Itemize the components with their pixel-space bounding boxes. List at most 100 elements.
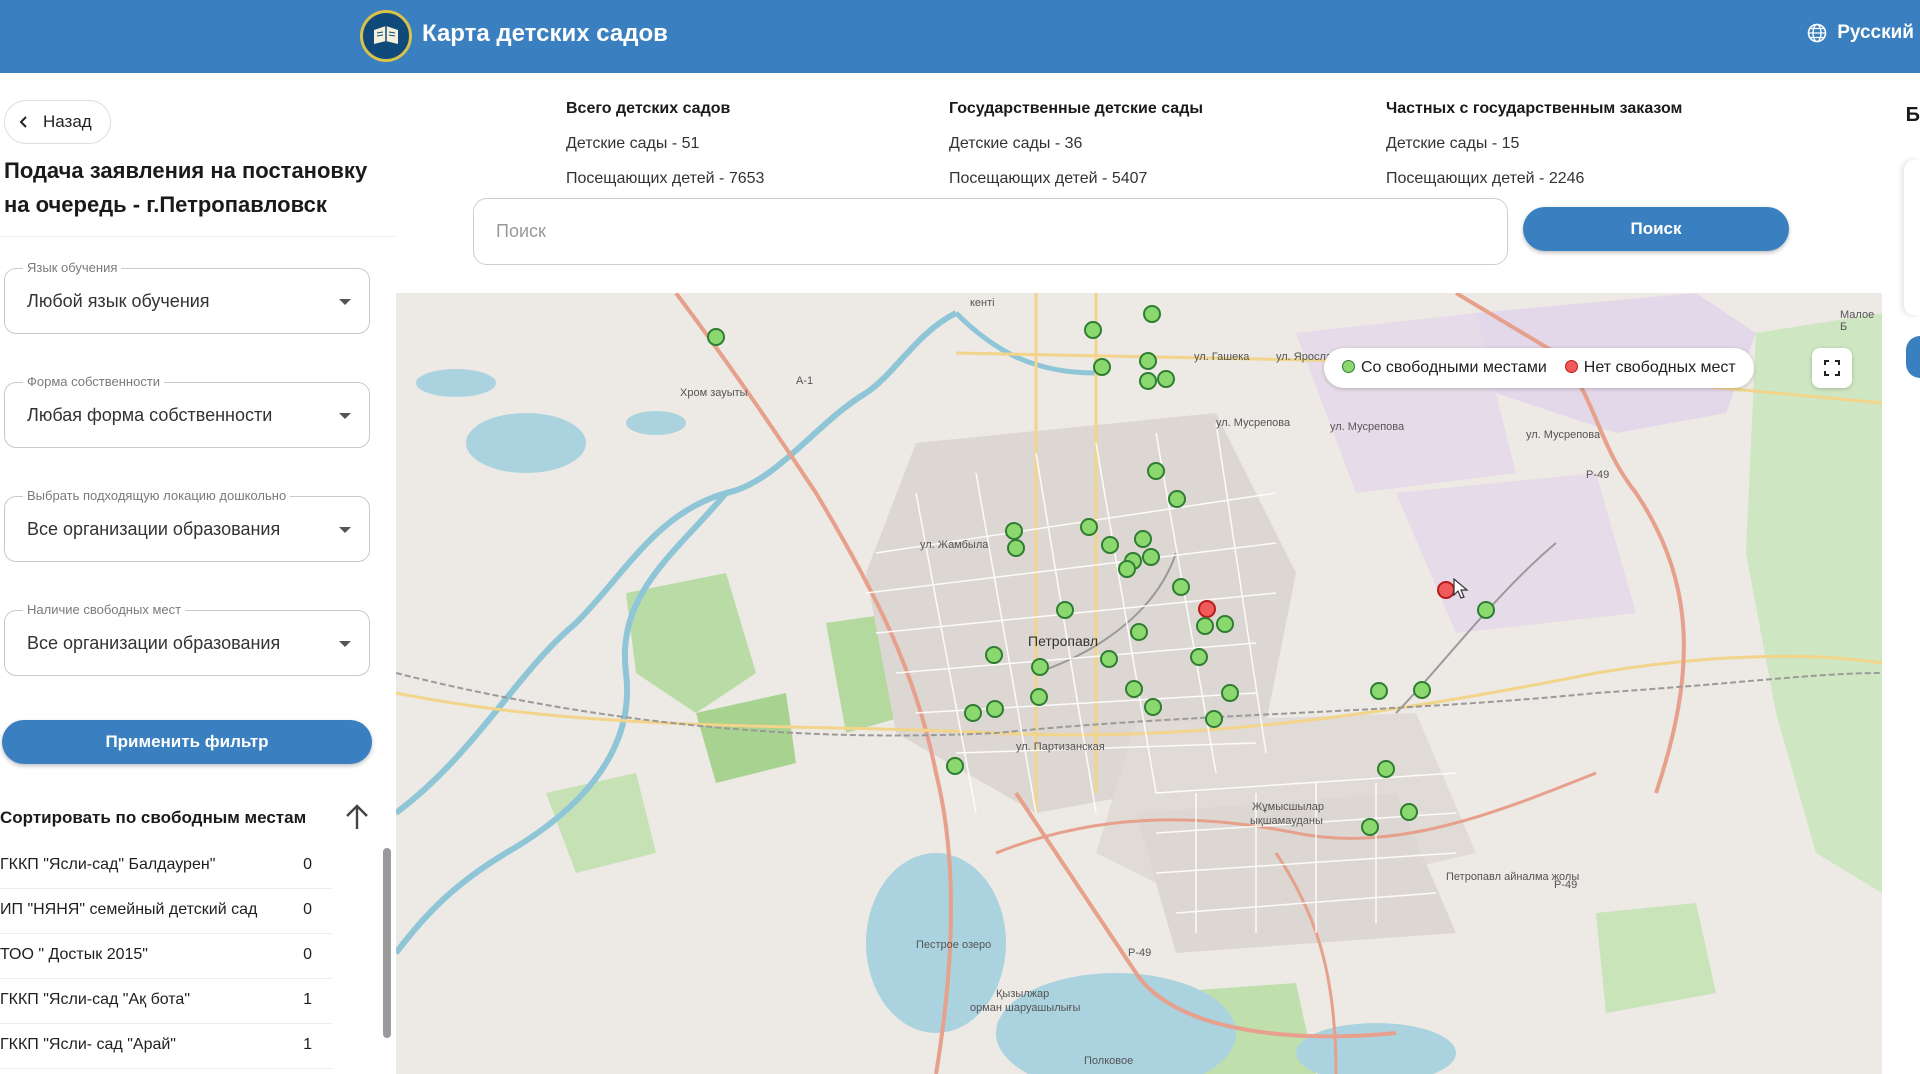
map-street-label: ул. Гашека: [1194, 351, 1250, 363]
map-marker-free[interactable]: [1030, 688, 1048, 706]
map-marker-free[interactable]: [1377, 760, 1395, 778]
map-marker-free[interactable]: [1125, 680, 1143, 698]
list-item-count: 1: [303, 991, 312, 1008]
map-marker-free[interactable]: [1118, 560, 1136, 578]
stat-title: Частных с государственным заказом: [1386, 100, 1683, 117]
legend-free: Со свободными местами: [1342, 359, 1547, 377]
map-marker-free[interactable]: [1196, 617, 1214, 635]
app-header: Карта детских садов Русский: [0, 0, 1920, 73]
map-area-label: орман шаруашылығы: [970, 1002, 1081, 1014]
map-marker-free[interactable]: [1143, 305, 1161, 323]
map-marker-free[interactable]: [1005, 522, 1023, 540]
map-street-label: Петропавл айналма жолы: [1446, 871, 1580, 883]
logo-icon[interactable]: [360, 10, 412, 62]
map-marker-free[interactable]: [1142, 548, 1160, 566]
map-marker-free[interactable]: [964, 704, 982, 722]
map-marker-free[interactable]: [1084, 321, 1102, 339]
map-marker-none[interactable]: [1198, 600, 1216, 618]
fullscreen-button[interactable]: [1812, 348, 1852, 388]
map-area-label: Хром зауыты: [680, 387, 748, 399]
map-marker-free[interactable]: [1056, 601, 1074, 619]
map-marker-free[interactable]: [1157, 370, 1175, 388]
sort-row: Сортировать по свободным местам: [0, 798, 375, 838]
app-title: Карта детских садов: [422, 20, 668, 47]
map-marker-free[interactable]: [1221, 684, 1239, 702]
map-marker-free[interactable]: [1413, 681, 1431, 699]
map-street-label: ул. Мусрепова: [1330, 421, 1405, 433]
page-title: Подача заявления на постановку на очеред…: [4, 158, 368, 217]
location-select-value: Все организации образования: [27, 519, 281, 539]
map-marker-free[interactable]: [985, 646, 1003, 664]
map-marker-free[interactable]: [1370, 682, 1388, 700]
map-road-label: Р-49: [1128, 947, 1152, 959]
vacancy-select[interactable]: Наличие свободных мест Все организации о…: [4, 602, 370, 676]
map-marker-free[interactable]: [1205, 710, 1223, 728]
map-marker-free[interactable]: [946, 757, 964, 775]
language-label: Русский: [1837, 22, 1914, 43]
language-select[interactable]: Язык обучения Любой язык обучения: [4, 260, 370, 334]
map-marker-free[interactable]: [1139, 352, 1157, 370]
list-item-count: 0: [303, 901, 312, 918]
arrow-up-icon[interactable]: [340, 800, 374, 834]
ownership-select[interactable]: Форма собственности Любая форма собствен…: [4, 374, 370, 448]
side-button[interactable]: [1906, 336, 1920, 378]
map-marker-free[interactable]: [1139, 372, 1157, 390]
map-marker-free[interactable]: [1147, 462, 1165, 480]
list-item[interactable]: ТОО " Достык 2015" 0: [0, 934, 332, 979]
map-marker-free[interactable]: [1134, 530, 1152, 548]
stat-children: Посещающих детей - 2246: [1386, 170, 1585, 187]
map-marker-free[interactable]: [1190, 648, 1208, 666]
cursor-icon: [1453, 578, 1469, 599]
search-input[interactable]: [473, 198, 1508, 265]
map-city-label: Петропавл: [1028, 633, 1099, 649]
apply-filter-button[interactable]: Применить фильтр: [2, 720, 372, 764]
map-marker-free[interactable]: [1144, 698, 1162, 716]
divider: [0, 236, 395, 237]
map-legend: Со свободными местами Нет свободных мест: [1324, 348, 1754, 388]
caret-down-icon: [339, 413, 351, 419]
search-button[interactable]: Поиск: [1523, 207, 1789, 251]
map-marker-free[interactable]: [1172, 578, 1190, 596]
list-item[interactable]: ГККП "Ясли-сад" Балдаурен" 0: [0, 844, 332, 889]
list-item[interactable]: ГККП "Ясли- сад "Арай" 1: [0, 1024, 332, 1069]
stat-count: Детские сады - 36: [949, 135, 1083, 152]
map-marker-free[interactable]: [1101, 536, 1119, 554]
map-marker-free[interactable]: [1216, 615, 1234, 633]
map-marker-free[interactable]: [1130, 623, 1148, 641]
location-select-label: Выбрать подходящую локацию дошкольно: [23, 488, 291, 503]
map-marker-free[interactable]: [1093, 358, 1111, 376]
map-road-label: Р-49: [1586, 469, 1610, 481]
map-marker-free[interactable]: [1400, 803, 1418, 821]
map-marker-free[interactable]: [1361, 818, 1379, 836]
map-marker-free[interactable]: [1477, 601, 1495, 619]
location-select[interactable]: Выбрать подходящую локацию дошкольно Все…: [4, 488, 370, 562]
map-marker-free[interactable]: [1080, 518, 1098, 536]
map-street-label: ул. Мусрепова: [1216, 417, 1291, 429]
map-marker-free[interactable]: [707, 328, 725, 346]
list-item[interactable]: ГККП "Ясли-сад "Ақ бота" 1: [0, 979, 332, 1024]
map-street-label: ул. Партизанская: [1016, 741, 1105, 753]
map-district-label-2: ықшамауданы: [1250, 815, 1323, 827]
stat-cut-off-title: Б: [1905, 104, 1920, 126]
fullscreen-icon: [1824, 360, 1840, 376]
map-road-label: А-1: [796, 375, 814, 387]
sort-label: Сортировать по свободным местам: [0, 808, 307, 827]
list-scrollbar[interactable]: [383, 848, 391, 1038]
map-marker-free[interactable]: [986, 700, 1004, 718]
map-view[interactable]: Петропавл Жұмысшылар ықшамауданы Хром за…: [396, 293, 1882, 1074]
language-select-label: Язык обучения: [23, 260, 122, 275]
vacancy-select-value: Все организации образования: [27, 633, 281, 653]
stat-children: Посещающих детей - 5407: [949, 170, 1148, 187]
map-area-label: Қызылжар: [996, 988, 1050, 1000]
language-selector[interactable]: Русский: [1807, 22, 1914, 44]
legend-none-label: Нет свободных мест: [1583, 359, 1736, 376]
stat-count: Детские сады - 15: [1386, 135, 1520, 152]
map-marker-free[interactable]: [1031, 658, 1049, 676]
kindergarten-list: ГККП "Ясли-сад" Балдаурен" 0 ИП "НЯНЯ" с…: [0, 844, 332, 1069]
back-button[interactable]: Назад: [4, 100, 111, 144]
map-marker-free[interactable]: [1100, 650, 1118, 668]
list-item[interactable]: ИП "НЯНЯ" семейный детский сад 0: [0, 889, 332, 934]
stat-title: Государственные детские сады: [949, 100, 1204, 117]
map-marker-free[interactable]: [1007, 539, 1025, 557]
map-marker-free[interactable]: [1168, 490, 1186, 508]
